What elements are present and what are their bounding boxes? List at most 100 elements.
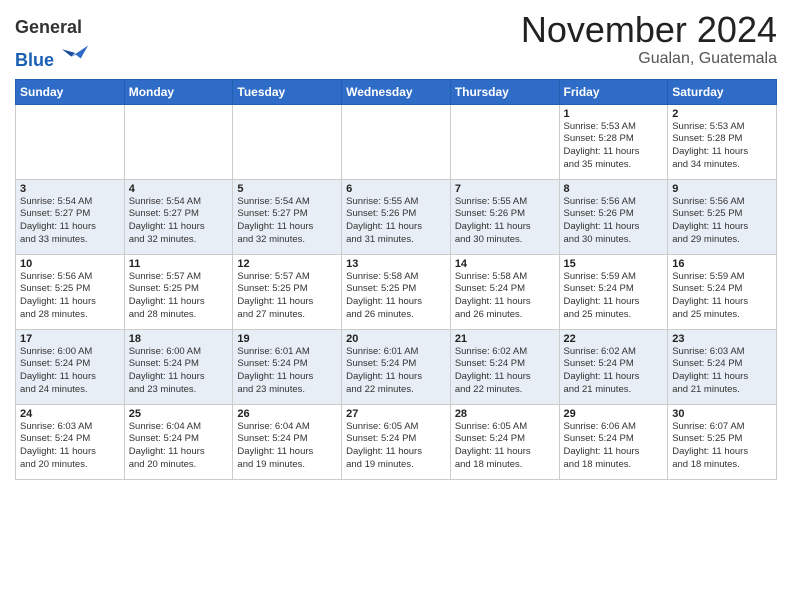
day-cell: 6Sunrise: 5:55 AM Sunset: 5:26 PM Daylig… <box>342 179 451 254</box>
day-cell: 2Sunrise: 5:53 AM Sunset: 5:28 PM Daylig… <box>668 104 777 179</box>
day-cell: 8Sunrise: 5:56 AM Sunset: 5:26 PM Daylig… <box>559 179 668 254</box>
day-cell <box>342 104 451 179</box>
day-info: Sunrise: 5:59 AM Sunset: 5:24 PM Dayligh… <box>564 271 664 322</box>
logo-blue: Blue <box>15 38 90 71</box>
day-info: Sunrise: 5:56 AM Sunset: 5:25 PM Dayligh… <box>20 271 120 322</box>
day-number: 16 <box>672 258 772 270</box>
day-cell: 12Sunrise: 5:57 AM Sunset: 5:25 PM Dayli… <box>233 254 342 329</box>
day-number: 22 <box>564 333 664 345</box>
logo: General Blue <box>15 18 90 71</box>
page: General Blue November 2024 Gualan, Guate… <box>0 0 792 495</box>
day-info: Sunrise: 5:54 AM Sunset: 5:27 PM Dayligh… <box>237 196 337 247</box>
day-cell: 1Sunrise: 5:53 AM Sunset: 5:28 PM Daylig… <box>559 104 668 179</box>
day-info: Sunrise: 5:59 AM Sunset: 5:24 PM Dayligh… <box>672 271 772 322</box>
day-number: 20 <box>346 333 446 345</box>
day-number: 27 <box>346 408 446 420</box>
day-cell <box>124 104 233 179</box>
day-cell: 24Sunrise: 6:03 AM Sunset: 5:24 PM Dayli… <box>16 404 125 479</box>
month-title: November 2024 <box>521 10 777 50</box>
day-number: 1 <box>564 108 664 120</box>
weekday-friday: Friday <box>559 79 668 104</box>
logo-text: General Blue <box>15 18 90 71</box>
day-number: 26 <box>237 408 337 420</box>
weekday-header-row: SundayMondayTuesdayWednesdayThursdayFrid… <box>16 79 777 104</box>
day-number: 23 <box>672 333 772 345</box>
weekday-thursday: Thursday <box>450 79 559 104</box>
day-cell: 17Sunrise: 6:00 AM Sunset: 5:24 PM Dayli… <box>16 329 125 404</box>
day-number: 29 <box>564 408 664 420</box>
day-number: 17 <box>20 333 120 345</box>
day-info: Sunrise: 6:03 AM Sunset: 5:24 PM Dayligh… <box>672 346 772 397</box>
day-number: 10 <box>20 258 120 270</box>
day-cell: 21Sunrise: 6:02 AM Sunset: 5:24 PM Dayli… <box>450 329 559 404</box>
day-number: 15 <box>564 258 664 270</box>
day-number: 7 <box>455 183 555 195</box>
day-cell: 28Sunrise: 6:05 AM Sunset: 5:24 PM Dayli… <box>450 404 559 479</box>
calendar: SundayMondayTuesdayWednesdayThursdayFrid… <box>15 79 777 480</box>
logo-bird-icon <box>62 38 90 66</box>
weekday-sunday: Sunday <box>16 79 125 104</box>
day-cell: 14Sunrise: 5:58 AM Sunset: 5:24 PM Dayli… <box>450 254 559 329</box>
day-info: Sunrise: 5:55 AM Sunset: 5:26 PM Dayligh… <box>346 196 446 247</box>
day-info: Sunrise: 6:00 AM Sunset: 5:24 PM Dayligh… <box>129 346 229 397</box>
weekday-monday: Monday <box>124 79 233 104</box>
day-number: 14 <box>455 258 555 270</box>
header: General Blue November 2024 Gualan, Guate… <box>15 10 777 71</box>
day-cell: 16Sunrise: 5:59 AM Sunset: 5:24 PM Dayli… <box>668 254 777 329</box>
day-info: Sunrise: 5:56 AM Sunset: 5:26 PM Dayligh… <box>564 196 664 247</box>
day-cell: 27Sunrise: 6:05 AM Sunset: 5:24 PM Dayli… <box>342 404 451 479</box>
day-number: 25 <box>129 408 229 420</box>
day-cell: 9Sunrise: 5:56 AM Sunset: 5:25 PM Daylig… <box>668 179 777 254</box>
day-number: 19 <box>237 333 337 345</box>
logo-general: General <box>15 18 90 38</box>
day-number: 21 <box>455 333 555 345</box>
day-cell: 20Sunrise: 6:01 AM Sunset: 5:24 PM Dayli… <box>342 329 451 404</box>
day-info: Sunrise: 6:05 AM Sunset: 5:24 PM Dayligh… <box>455 421 555 472</box>
title-area: November 2024 Gualan, Guatemala <box>521 10 777 68</box>
day-cell: 10Sunrise: 5:56 AM Sunset: 5:25 PM Dayli… <box>16 254 125 329</box>
day-info: Sunrise: 6:05 AM Sunset: 5:24 PM Dayligh… <box>346 421 446 472</box>
day-info: Sunrise: 6:00 AM Sunset: 5:24 PM Dayligh… <box>20 346 120 397</box>
day-cell: 30Sunrise: 6:07 AM Sunset: 5:25 PM Dayli… <box>668 404 777 479</box>
day-info: Sunrise: 6:01 AM Sunset: 5:24 PM Dayligh… <box>237 346 337 397</box>
day-info: Sunrise: 5:56 AM Sunset: 5:25 PM Dayligh… <box>672 196 772 247</box>
day-number: 24 <box>20 408 120 420</box>
week-row-2: 3Sunrise: 5:54 AM Sunset: 5:27 PM Daylig… <box>16 179 777 254</box>
day-info: Sunrise: 5:58 AM Sunset: 5:25 PM Dayligh… <box>346 271 446 322</box>
day-info: Sunrise: 5:58 AM Sunset: 5:24 PM Dayligh… <box>455 271 555 322</box>
day-cell: 7Sunrise: 5:55 AM Sunset: 5:26 PM Daylig… <box>450 179 559 254</box>
day-cell <box>450 104 559 179</box>
day-cell: 18Sunrise: 6:00 AM Sunset: 5:24 PM Dayli… <box>124 329 233 404</box>
day-info: Sunrise: 6:03 AM Sunset: 5:24 PM Dayligh… <box>20 421 120 472</box>
day-number: 13 <box>346 258 446 270</box>
week-row-3: 10Sunrise: 5:56 AM Sunset: 5:25 PM Dayli… <box>16 254 777 329</box>
weekday-saturday: Saturday <box>668 79 777 104</box>
day-cell: 22Sunrise: 6:02 AM Sunset: 5:24 PM Dayli… <box>559 329 668 404</box>
day-cell <box>16 104 125 179</box>
day-number: 12 <box>237 258 337 270</box>
day-number: 18 <box>129 333 229 345</box>
day-cell: 5Sunrise: 5:54 AM Sunset: 5:27 PM Daylig… <box>233 179 342 254</box>
day-info: Sunrise: 5:54 AM Sunset: 5:27 PM Dayligh… <box>20 196 120 247</box>
day-number: 28 <box>455 408 555 420</box>
day-cell: 25Sunrise: 6:04 AM Sunset: 5:24 PM Dayli… <box>124 404 233 479</box>
day-info: Sunrise: 6:02 AM Sunset: 5:24 PM Dayligh… <box>455 346 555 397</box>
day-number: 6 <box>346 183 446 195</box>
day-number: 3 <box>20 183 120 195</box>
weekday-tuesday: Tuesday <box>233 79 342 104</box>
day-cell: 15Sunrise: 5:59 AM Sunset: 5:24 PM Dayli… <box>559 254 668 329</box>
location: Gualan, Guatemala <box>521 50 777 68</box>
week-row-5: 24Sunrise: 6:03 AM Sunset: 5:24 PM Dayli… <box>16 404 777 479</box>
day-number: 9 <box>672 183 772 195</box>
day-cell: 29Sunrise: 6:06 AM Sunset: 5:24 PM Dayli… <box>559 404 668 479</box>
day-info: Sunrise: 6:07 AM Sunset: 5:25 PM Dayligh… <box>672 421 772 472</box>
day-cell: 11Sunrise: 5:57 AM Sunset: 5:25 PM Dayli… <box>124 254 233 329</box>
day-info: Sunrise: 5:55 AM Sunset: 5:26 PM Dayligh… <box>455 196 555 247</box>
day-number: 5 <box>237 183 337 195</box>
day-info: Sunrise: 5:53 AM Sunset: 5:28 PM Dayligh… <box>564 121 664 172</box>
day-info: Sunrise: 6:04 AM Sunset: 5:24 PM Dayligh… <box>237 421 337 472</box>
day-cell: 3Sunrise: 5:54 AM Sunset: 5:27 PM Daylig… <box>16 179 125 254</box>
day-cell: 23Sunrise: 6:03 AM Sunset: 5:24 PM Dayli… <box>668 329 777 404</box>
day-info: Sunrise: 5:54 AM Sunset: 5:27 PM Dayligh… <box>129 196 229 247</box>
day-cell: 19Sunrise: 6:01 AM Sunset: 5:24 PM Dayli… <box>233 329 342 404</box>
